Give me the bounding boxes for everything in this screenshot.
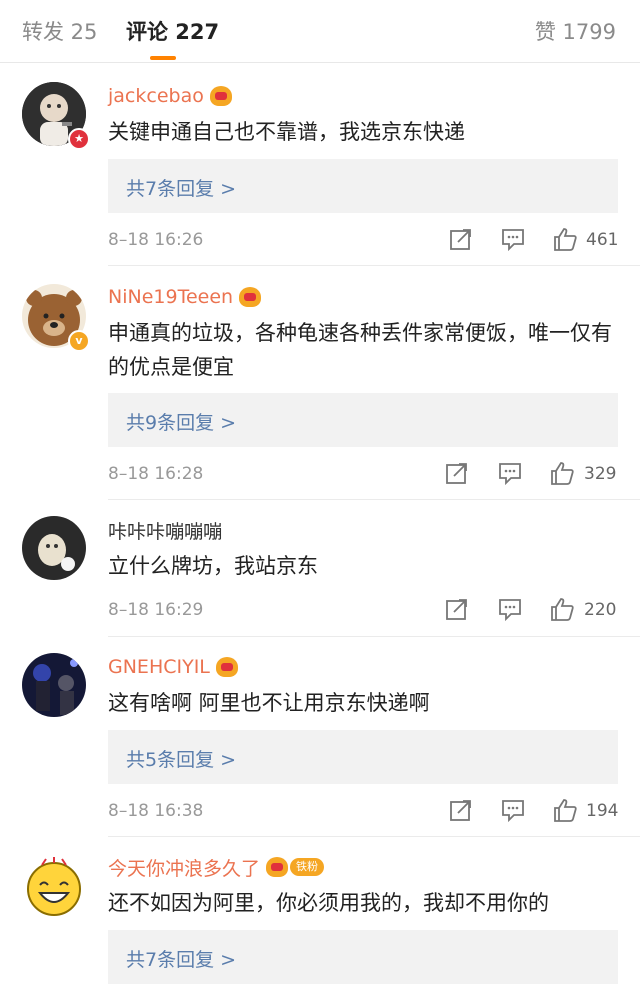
comment-meta: 8–18 16:26 461 bbox=[108, 225, 620, 255]
username[interactable]: jackcebao bbox=[108, 85, 204, 107]
reply-summary[interactable]: 共7条回复 > bbox=[108, 930, 618, 984]
like-count: 329 bbox=[584, 464, 617, 484]
divider bbox=[108, 265, 640, 266]
divider bbox=[108, 499, 640, 500]
username[interactable]: NiNe19Teeen bbox=[108, 286, 233, 308]
reply-count-link[interactable]: 共9条回复 > bbox=[126, 408, 236, 435]
comment-meta: 8–18 16:38 194 bbox=[108, 796, 620, 826]
like-icon[interactable] bbox=[549, 596, 575, 622]
tab-likes[interactable]: 赞 1799 bbox=[535, 16, 616, 46]
comment-text: 这有啥啊 阿里也不让用京东快递啊 bbox=[108, 691, 430, 715]
crown-icon bbox=[239, 287, 262, 307]
like-icon[interactable] bbox=[552, 226, 578, 252]
comment-tabs: 转发 25 评论 227 赞 1799 bbox=[0, 0, 640, 63]
comment-icon[interactable] bbox=[497, 596, 523, 622]
share-icon[interactable] bbox=[444, 460, 470, 486]
reply-summary[interactable]: 共5条回复 > bbox=[108, 730, 618, 784]
reply-count-link[interactable]: 共7条回复 > bbox=[126, 174, 236, 201]
verified-icon: v bbox=[68, 330, 90, 352]
like-count: 194 bbox=[586, 801, 619, 821]
timestamp: 8–18 16:38 bbox=[108, 801, 204, 821]
like-count: 220 bbox=[584, 600, 617, 620]
tab-comments[interactable]: 评论 227 bbox=[126, 16, 219, 46]
comment-text: 申通真的垃圾，各种龟速各种丢件家常便饭，唯一仅有的优点是便宜 bbox=[108, 321, 612, 379]
reply-summary[interactable]: 共9条回复 > bbox=[108, 393, 618, 447]
comment-meta: 8–18 16:28 329 bbox=[108, 459, 620, 489]
username[interactable]: 今天你冲浪多久了 bbox=[108, 854, 260, 881]
reply-count-link[interactable]: 共7条回复 > bbox=[126, 945, 236, 972]
avatar[interactable] bbox=[22, 855, 86, 919]
timestamp: 8–18 16:29 bbox=[108, 600, 204, 620]
comment-icon[interactable] bbox=[500, 226, 526, 252]
crown-icon bbox=[266, 857, 289, 877]
like-icon[interactable] bbox=[552, 797, 578, 823]
comment-text: 还不如因为阿里，你必须用我的，我却不用你的 bbox=[108, 891, 549, 915]
share-icon[interactable] bbox=[444, 596, 470, 622]
timestamp: 8–18 16:28 bbox=[108, 464, 204, 484]
username[interactable]: 咔咔咔嘣嘣嘣 bbox=[108, 517, 222, 544]
comment-meta: 8–18 16:29 220 bbox=[108, 595, 620, 625]
verified-icon: ★ bbox=[68, 128, 90, 150]
username[interactable]: GNEHCIYIL bbox=[108, 656, 210, 678]
divider bbox=[108, 636, 640, 637]
crown-icon bbox=[215, 657, 238, 677]
avatar[interactable] bbox=[22, 653, 86, 717]
reply-summary[interactable]: 共7条回复 > bbox=[108, 159, 618, 213]
tab-repost[interactable]: 转发 25 bbox=[22, 16, 97, 46]
comment-icon[interactable] bbox=[500, 797, 526, 823]
fan-badge: 铁粉 bbox=[290, 858, 325, 876]
share-icon[interactable] bbox=[448, 797, 474, 823]
tab-active-indicator bbox=[150, 56, 176, 60]
comment-text: 立什么牌坊，我站京东 bbox=[108, 554, 318, 578]
timestamp: 8–18 16:26 bbox=[108, 230, 204, 250]
comment-icon[interactable] bbox=[497, 460, 523, 486]
comment-text: 关键申通自己也不靠谱，我选京东快递 bbox=[108, 120, 465, 144]
divider bbox=[108, 836, 640, 837]
avatar[interactable] bbox=[22, 516, 86, 580]
reply-count-link[interactable]: 共5条回复 > bbox=[126, 745, 236, 772]
crown-icon bbox=[209, 86, 232, 106]
share-icon[interactable] bbox=[448, 226, 474, 252]
like-icon[interactable] bbox=[549, 460, 575, 486]
like-count: 461 bbox=[586, 230, 619, 250]
